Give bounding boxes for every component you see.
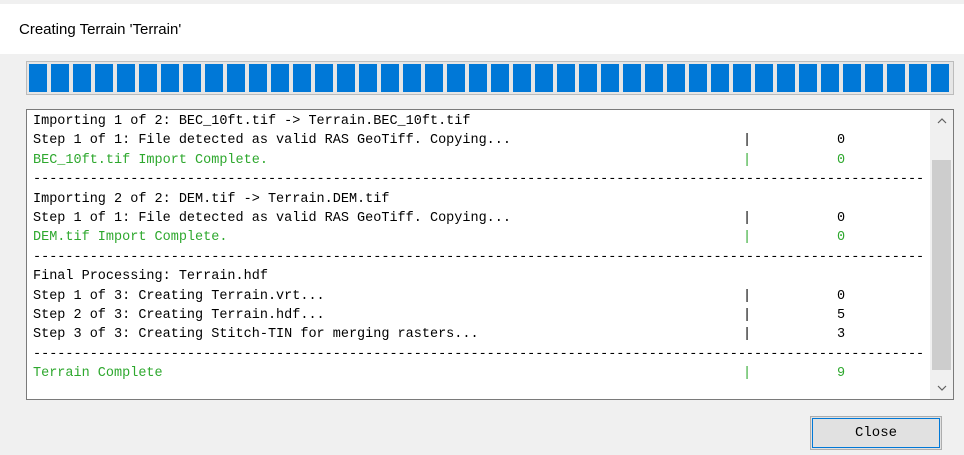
log-line-value: 3 xyxy=(837,327,846,343)
log-separator: ----------------------------------------… xyxy=(33,249,923,265)
title-bar-strip xyxy=(0,0,964,4)
log-separator: ----------------------------------------… xyxy=(33,172,923,188)
log-line-success: BEC_10ft.tif Import Complete. | 0 xyxy=(33,151,923,170)
log-line-success: DEM.tif Import Complete. | 0 xyxy=(33,228,923,247)
scrollbar-thumb[interactable] xyxy=(932,160,951,370)
log-line-value: 0 xyxy=(837,210,846,226)
log-line-value: 0 xyxy=(837,230,846,246)
log-separator: ----------------------------------------… xyxy=(33,346,923,362)
log-column-divider: | xyxy=(743,307,752,323)
terrain-progress-dialog: Creating Terrain 'Terrain' Importing 1 o… xyxy=(0,0,964,455)
log-line-value: 0 xyxy=(837,152,846,168)
log-line-value: 9 xyxy=(837,366,846,382)
window-title: Creating Terrain 'Terrain' xyxy=(19,21,182,38)
log-line-text: Step 1 of 1: File detected as valid RAS … xyxy=(33,133,511,149)
close-button[interactable]: Close xyxy=(810,416,942,450)
log-column-divider: | xyxy=(743,133,752,149)
log-line-text: Terrain Complete xyxy=(33,366,163,382)
log-line: Final Processing: Terrain.hdf xyxy=(33,267,923,286)
log-line-value: 5 xyxy=(837,307,846,323)
chevron-up-icon[interactable] xyxy=(930,110,953,132)
log-line: Importing 1 of 2: BEC_10ft.tif -> Terrai… xyxy=(33,112,923,131)
log-line-text: Importing 1 of 2: BEC_10ft.tif -> Terrai… xyxy=(33,114,471,129)
log-line: Step 1 of 1: File detected as valid RAS … xyxy=(33,209,923,228)
log-line-text: BEC_10ft.tif Import Complete. xyxy=(33,152,268,168)
chevron-down-icon[interactable] xyxy=(930,377,953,399)
log-line: Importing 2 of 2: DEM.tif -> Terrain.DEM… xyxy=(33,190,923,209)
log-line-text: Step 2 of 3: Creating Terrain.hdf... xyxy=(33,307,325,323)
log-line: Step 1 of 1: File detected as valid RAS … xyxy=(33,131,923,150)
log-column-divider: | xyxy=(743,366,752,382)
log-column-divider: | xyxy=(743,152,752,168)
log-content: Importing 1 of 2: BEC_10ft.tif -> Terrai… xyxy=(33,112,923,383)
log-line-text: Final Processing: Terrain.hdf xyxy=(33,269,268,285)
progress-bar xyxy=(26,61,954,95)
log-line-text: DEM.tif Import Complete. xyxy=(33,230,228,246)
log-line-text: Step 3 of 3: Creating Stitch-TIN for mer… xyxy=(33,327,479,343)
log-column-divider: | xyxy=(743,288,752,304)
log-column-divider: | xyxy=(743,230,752,246)
log-output[interactable]: Importing 1 of 2: BEC_10ft.tif -> Terrai… xyxy=(26,109,954,400)
log-line-text: Step 1 of 1: File detected as valid RAS … xyxy=(33,210,511,226)
log-column-divider: | xyxy=(743,327,752,343)
log-column-divider: | xyxy=(743,210,752,226)
log-line: Step 2 of 3: Creating Terrain.hdf... | 5 xyxy=(33,306,923,325)
log-line-text: Importing 2 of 2: DEM.tif -> Terrain.DEM… xyxy=(33,191,390,207)
log-line-value: 0 xyxy=(837,133,846,149)
log-line-text: Step 1 of 3: Creating Terrain.vrt... xyxy=(33,288,325,304)
log-line: Step 1 of 3: Creating Terrain.vrt... | 0 xyxy=(33,287,923,306)
log-line-success: Terrain Complete | 9 xyxy=(33,364,923,383)
title-bar: Creating Terrain 'Terrain' xyxy=(0,0,964,54)
log-line: Step 3 of 3: Creating Stitch-TIN for mer… xyxy=(33,325,923,344)
progress-bar-fill xyxy=(29,64,951,92)
log-line-value: 0 xyxy=(837,288,846,304)
vertical-scrollbar[interactable] xyxy=(930,110,953,399)
